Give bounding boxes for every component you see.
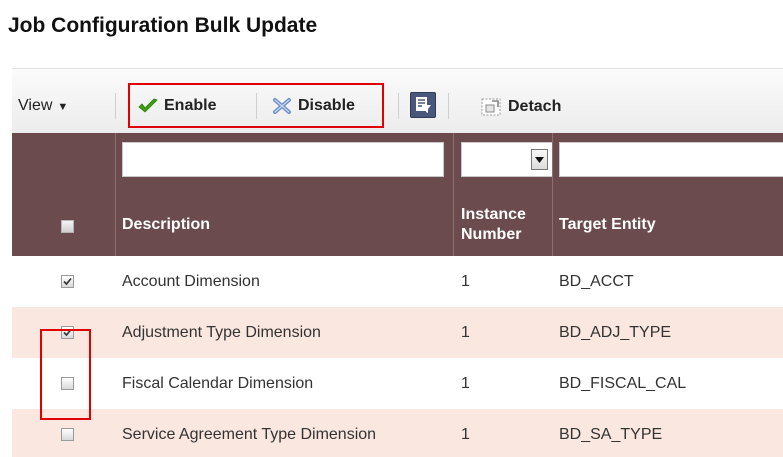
cell-instance-number: 1 <box>461 273 470 290</box>
column-header-target-entity[interactable]: Target Entity <box>559 216 656 234</box>
table-row[interactable]: Account Dimension 1 BD_ACCT <box>12 256 783 307</box>
cell-description: Service Agreement Type Dimension <box>122 426 377 443</box>
check-icon <box>138 98 158 113</box>
column-header-description[interactable]: Description <box>122 216 210 234</box>
table-header-row: Description Instance Number Target Entit… <box>12 192 783 256</box>
row-checkbox[interactable] <box>61 275 74 288</box>
toolbar-divider <box>448 93 449 119</box>
detach-icon <box>481 98 501 116</box>
disable-x-icon <box>273 98 291 114</box>
filter-icon <box>416 97 431 113</box>
table-row[interactable]: Adjustment Type Dimension 1 BD_ADJ_TYPE <box>12 307 783 358</box>
column-header-instance-line2: Number <box>461 226 522 243</box>
dropdown-arrow-icon <box>531 149 548 170</box>
cell-instance-number: 1 <box>461 375 470 392</box>
filter-row <box>12 133 783 192</box>
detach-button[interactable]: Detach <box>480 97 561 117</box>
checkmark-icon <box>63 277 72 286</box>
description-filter-input[interactable] <box>122 142 444 177</box>
enable-button[interactable]: Enable <box>138 97 216 115</box>
cell-target-entity: BD_SA_TYPE <box>559 426 663 443</box>
toolbar-divider <box>398 93 399 119</box>
chevron-down-icon: ▼ <box>57 101 69 113</box>
highlight-box-checkboxes <box>40 329 91 420</box>
disable-label: Disable <box>298 97 355 114</box>
toolbar-divider <box>115 93 116 119</box>
column-divider <box>453 133 454 256</box>
detach-label: Detach <box>508 98 562 115</box>
column-divider <box>115 133 116 256</box>
column-divider <box>552 133 553 256</box>
select-all-checkbox[interactable] <box>61 220 74 233</box>
query-by-example-button[interactable] <box>410 92 436 118</box>
enable-label: Enable <box>164 97 217 114</box>
cell-description: Fiscal Calendar Dimension <box>122 375 314 392</box>
cell-target-entity: BD_FISCAL_CAL <box>559 375 687 392</box>
page-title: Job Configuration Bulk Update <box>8 14 318 37</box>
instance-number-filter-select[interactable] <box>461 142 553 177</box>
cell-instance-number: 1 <box>461 324 470 341</box>
toolbar: View ▼ Enable Disable Detach <box>12 68 783 134</box>
table-row[interactable]: Service Agreement Type Dimension 1 BD_SA… <box>12 409 783 457</box>
column-header-instance-number[interactable]: Instance Number <box>461 205 526 245</box>
row-checkbox[interactable] <box>61 428 74 441</box>
cell-description: Account Dimension <box>122 273 260 290</box>
bulk-update-panel: View ▼ Enable Disable Detach Description… <box>12 68 783 457</box>
cell-target-entity: BD_ADJ_TYPE <box>559 324 672 341</box>
column-header-instance-line1: Instance <box>461 206 526 223</box>
view-menu[interactable]: View ▼ <box>18 97 68 115</box>
data-table: Description Instance Number Target Entit… <box>12 133 783 457</box>
cell-description: Adjustment Type Dimension <box>122 324 321 341</box>
target-entity-filter-input[interactable] <box>559 142 783 177</box>
cell-target-entity: BD_ACCT <box>559 273 634 290</box>
cell-instance-number: 1 <box>461 426 470 443</box>
table-row[interactable]: Fiscal Calendar Dimension 1 BD_FISCAL_CA… <box>12 358 783 409</box>
toolbar-divider <box>256 93 257 119</box>
view-label: View <box>18 97 53 114</box>
disable-button[interactable]: Disable <box>272 97 355 115</box>
